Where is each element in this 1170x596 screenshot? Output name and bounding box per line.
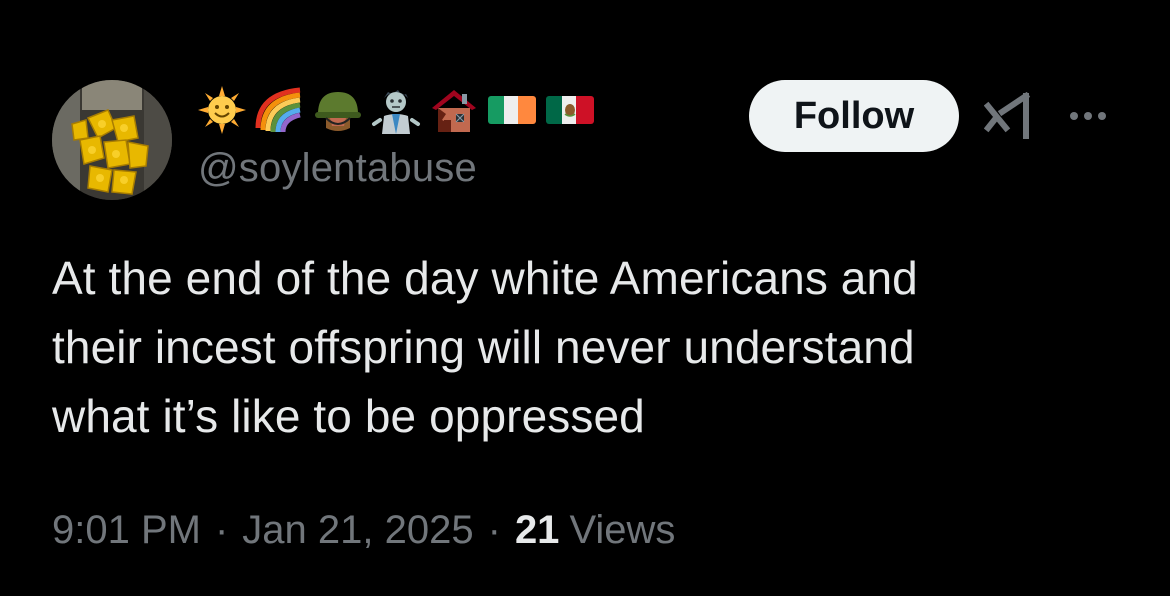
sun-with-face-icon [196, 84, 248, 136]
more-options-icon[interactable] [1064, 96, 1112, 136]
rainbow-icon [254, 84, 306, 136]
display-name[interactable] [196, 82, 596, 138]
zombie-icon [370, 84, 422, 136]
tweet-text: At the end of the day white Americans an… [52, 252, 918, 442]
grok-icon[interactable] [983, 91, 1036, 140]
follow-button[interactable]: Follow [749, 80, 959, 152]
author-handle[interactable]: @soylentabuse [198, 146, 477, 191]
tweet-meta: 9:01 PM · Jan 21, 2025 · 21 Views [52, 508, 675, 553]
tweet: @soylentabuse Follow At the end of the d… [0, 0, 1170, 596]
tweet-time[interactable]: 9:01 PM [52, 508, 201, 553]
avatar[interactable] [52, 80, 172, 200]
avatar-image [52, 80, 172, 200]
military-helmet-icon [312, 84, 364, 136]
meta-separator: · [214, 508, 229, 552]
meta-separator: · [487, 508, 501, 552]
flag-mexico-icon [544, 84, 596, 136]
tweet-date[interactable]: Jan 21, 2025 [242, 508, 473, 553]
views-count[interactable]: 21 [515, 508, 560, 553]
flag-ireland-icon [486, 84, 538, 136]
views-label[interactable]: Views [569, 508, 675, 553]
derelict-house-icon [428, 84, 480, 136]
